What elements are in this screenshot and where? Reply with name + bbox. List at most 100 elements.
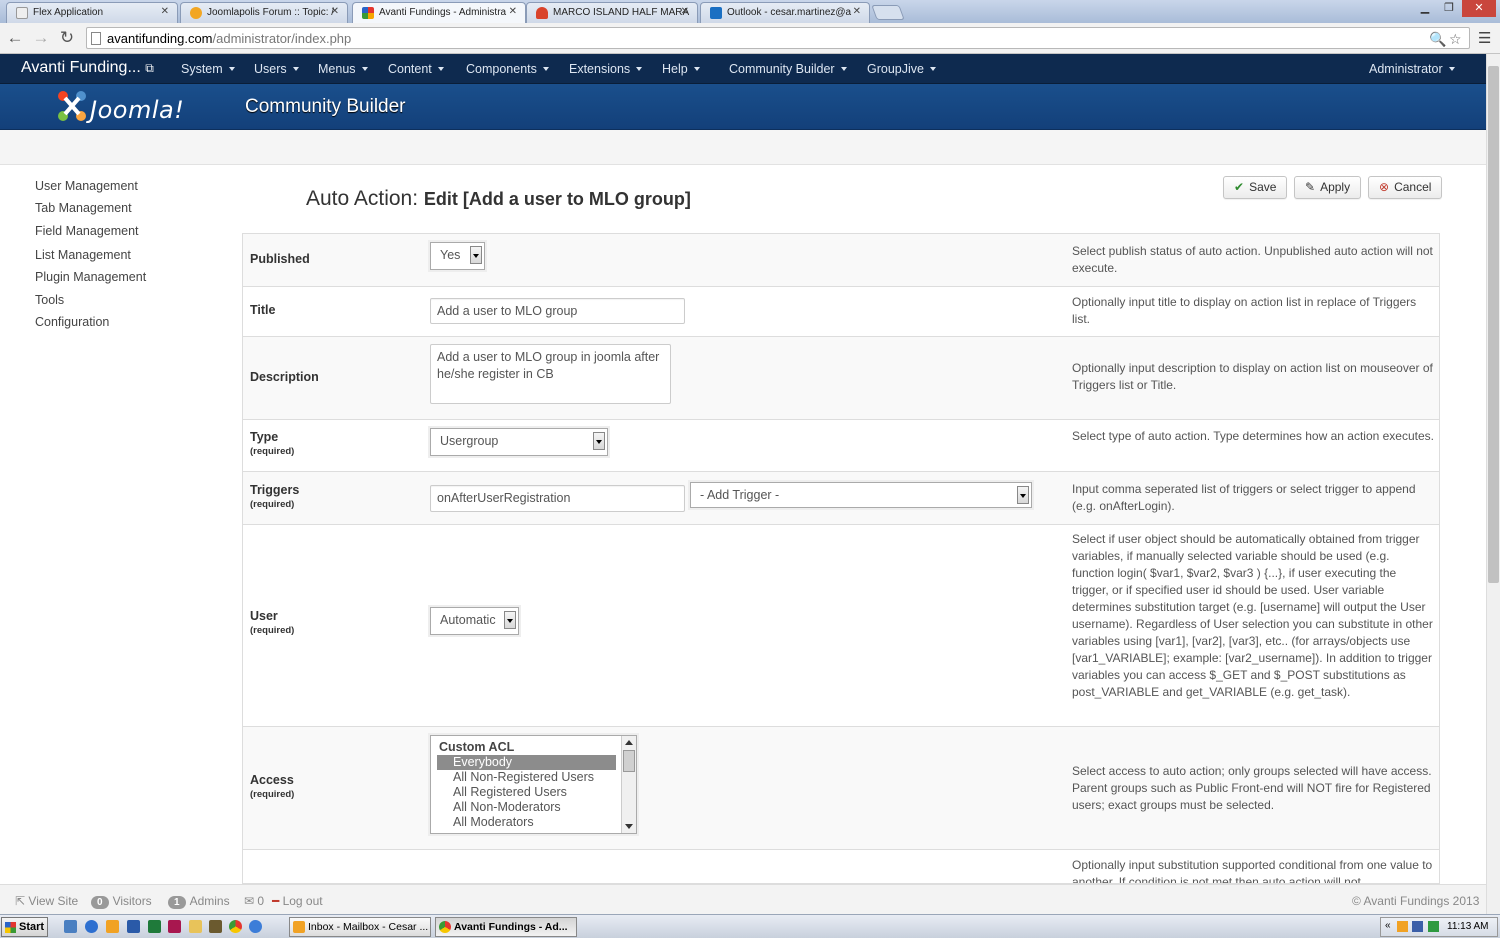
tab-label: Outlook - cesar.martinez@a: [727, 7, 852, 18]
nav-help[interactable]: Help: [662, 62, 700, 76]
tray-outlook-icon[interactable]: [1397, 921, 1408, 932]
tray-security-icon[interactable]: [1428, 921, 1439, 932]
folder-icon[interactable]: [189, 920, 202, 933]
tray-expand-icon[interactable]: «: [1385, 920, 1391, 931]
logout-link[interactable]: ━ Log out: [272, 894, 323, 908]
type-select[interactable]: Usergroup: [430, 428, 608, 456]
nav-users[interactable]: Users: [254, 62, 299, 76]
nav-menus[interactable]: Menus: [318, 62, 368, 76]
sidebar-item-field-management[interactable]: Field Management: [35, 224, 139, 238]
maximize-icon[interactable]: ❐: [1436, 0, 1462, 17]
outlook-icon: [293, 921, 305, 933]
apply-button[interactable]: ✎ Apply: [1294, 176, 1362, 199]
sidebar-item-tab-management[interactable]: Tab Management: [35, 201, 132, 215]
access-icon[interactable]: [168, 920, 181, 933]
header-title: Community Builder: [245, 96, 406, 117]
browser-tab-marco[interactable]: MARCO ISLAND HALF MARA ✕: [526, 2, 698, 23]
messages-count[interactable]: ✉ 0: [244, 894, 264, 908]
triggers-help: Input comma seperated list of triggers o…: [1072, 482, 1416, 513]
add-trigger-select[interactable]: - Add Trigger -: [690, 482, 1032, 508]
nav-community-builder[interactable]: Community Builder: [729, 62, 847, 76]
close-window-icon[interactable]: ✕: [1462, 0, 1496, 17]
zoom-icon[interactable]: 🔍: [1429, 31, 1446, 48]
site-brand[interactable]: Avanti Funding... ⧉: [21, 59, 154, 77]
chrome-icon[interactable]: [229, 920, 242, 933]
task-inbox[interactable]: Inbox - Mailbox - Cesar ...: [289, 917, 431, 937]
sidebar-item-user-management[interactable]: User Management: [35, 179, 138, 193]
scroll-down-icon[interactable]: [625, 824, 633, 829]
joomla-logo: Joomla!: [56, 89, 184, 124]
os-taskbar: Start Inbox - Mailbox - Cesar ... Avanti…: [0, 914, 1500, 938]
back-icon[interactable]: ←: [5, 28, 25, 48]
flame-icon: [536, 7, 548, 19]
cancel-button[interactable]: ⊗ Cancel: [1368, 176, 1443, 199]
page-title-sub: Edit [Add a user to MLO group]: [423, 189, 691, 209]
tool-icon[interactable]: [209, 920, 222, 933]
nav-administrator[interactable]: Administrator: [1369, 62, 1455, 76]
access-option[interactable]: All Non-Moderators: [437, 800, 616, 815]
close-tab-icon[interactable]: ✕: [161, 6, 169, 17]
page-scrollbar[interactable]: [1486, 54, 1500, 914]
desktop-icon[interactable]: [64, 920, 77, 933]
browser-tab-avanti[interactable]: Avanti Fundings - Administra ✕: [352, 2, 526, 23]
triggers-label: Triggers (required): [250, 483, 300, 510]
access-help: Select access to auto action; only group…: [1072, 764, 1432, 812]
description-help: Optionally input description to display …: [1072, 361, 1433, 392]
scroll-thumb[interactable]: [623, 750, 635, 772]
access-option[interactable]: Everybody: [437, 755, 616, 770]
page-scroll-thumb[interactable]: [1488, 66, 1499, 583]
word-icon[interactable]: [127, 920, 140, 933]
sidebar-item-configuration[interactable]: Configuration: [35, 315, 109, 329]
sidebar-item-tools[interactable]: Tools: [35, 293, 64, 307]
browser-tab-outlook[interactable]: Outlook - cesar.martinez@a ✕: [700, 2, 870, 23]
chevron-down-icon: [504, 611, 516, 629]
nav-groupjive[interactable]: GroupJive: [867, 62, 936, 76]
published-select[interactable]: Yes: [430, 242, 485, 270]
scroll-up-icon[interactable]: [625, 740, 633, 745]
logo-text: Joomla!: [90, 96, 185, 124]
sidebar-item-plugin-management[interactable]: Plugin Management: [35, 270, 146, 284]
access-option[interactable]: All Registered Users: [437, 785, 616, 800]
reload-icon[interactable]: ↻: [57, 28, 77, 48]
browser-tab-joomlapolis[interactable]: Joomlapolis Forum :: Topic: / ✕: [180, 2, 348, 23]
url-field[interactable]: avantifunding.com/administrator/index.ph…: [86, 27, 1470, 49]
task-avanti[interactable]: Avanti Fundings - Ad...: [435, 917, 577, 937]
title-input[interactable]: Add a user to MLO group: [430, 298, 685, 324]
triggers-input[interactable]: onAfterUserRegistration: [430, 485, 685, 512]
save-button[interactable]: ✔ Save: [1223, 176, 1288, 199]
close-tab-icon[interactable]: ✕: [509, 6, 517, 17]
chrome-icon: [439, 921, 451, 933]
browser-tab-flex[interactable]: Flex Application ✕: [6, 2, 178, 23]
nav-system[interactable]: System: [181, 62, 235, 76]
start-button[interactable]: Start: [1, 917, 48, 937]
close-tab-icon[interactable]: ✕: [331, 6, 339, 17]
close-tab-icon[interactable]: ✕: [681, 6, 689, 17]
user-select[interactable]: Automatic: [430, 607, 519, 635]
nav-components[interactable]: Components: [466, 62, 549, 76]
nav-extensions[interactable]: Extensions: [569, 62, 643, 76]
close-tab-icon[interactable]: ✕: [853, 6, 861, 17]
description-textarea[interactable]: Add a user to MLO group in joomla after …: [430, 344, 671, 404]
nav-content[interactable]: Content: [388, 62, 444, 76]
outlook-icon[interactable]: [106, 920, 119, 933]
minimize-icon[interactable]: ▁: [1412, 0, 1438, 17]
forward-icon[interactable]: →: [31, 28, 51, 48]
page-title-main: Auto Action:: [306, 187, 419, 210]
access-option[interactable]: All Moderators: [437, 815, 616, 830]
skype-icon[interactable]: [249, 920, 262, 933]
page-icon: [91, 32, 101, 45]
row-title: Title Add a user to MLO group Optionally…: [243, 287, 1439, 337]
tab-label: Avanti Fundings - Administra: [379, 7, 507, 18]
view-site-link[interactable]: ⇱ View Site: [15, 894, 78, 908]
star-icon[interactable]: ☆: [1449, 31, 1462, 48]
browser-menu-icon[interactable]: ☰: [1478, 29, 1491, 47]
tray-network-icon[interactable]: [1412, 921, 1423, 932]
new-tab-button[interactable]: [871, 5, 905, 20]
excel-icon[interactable]: [148, 920, 161, 933]
listbox-scrollbar[interactable]: [621, 736, 636, 833]
access-listbox[interactable]: Custom ACL Everybody All Non-Registered …: [430, 735, 637, 834]
ie-icon[interactable]: [85, 920, 98, 933]
sidebar-item-list-management[interactable]: List Management: [35, 248, 131, 262]
access-option[interactable]: All Non-Registered Users: [437, 770, 616, 785]
subhead-bar: [0, 130, 1486, 165]
